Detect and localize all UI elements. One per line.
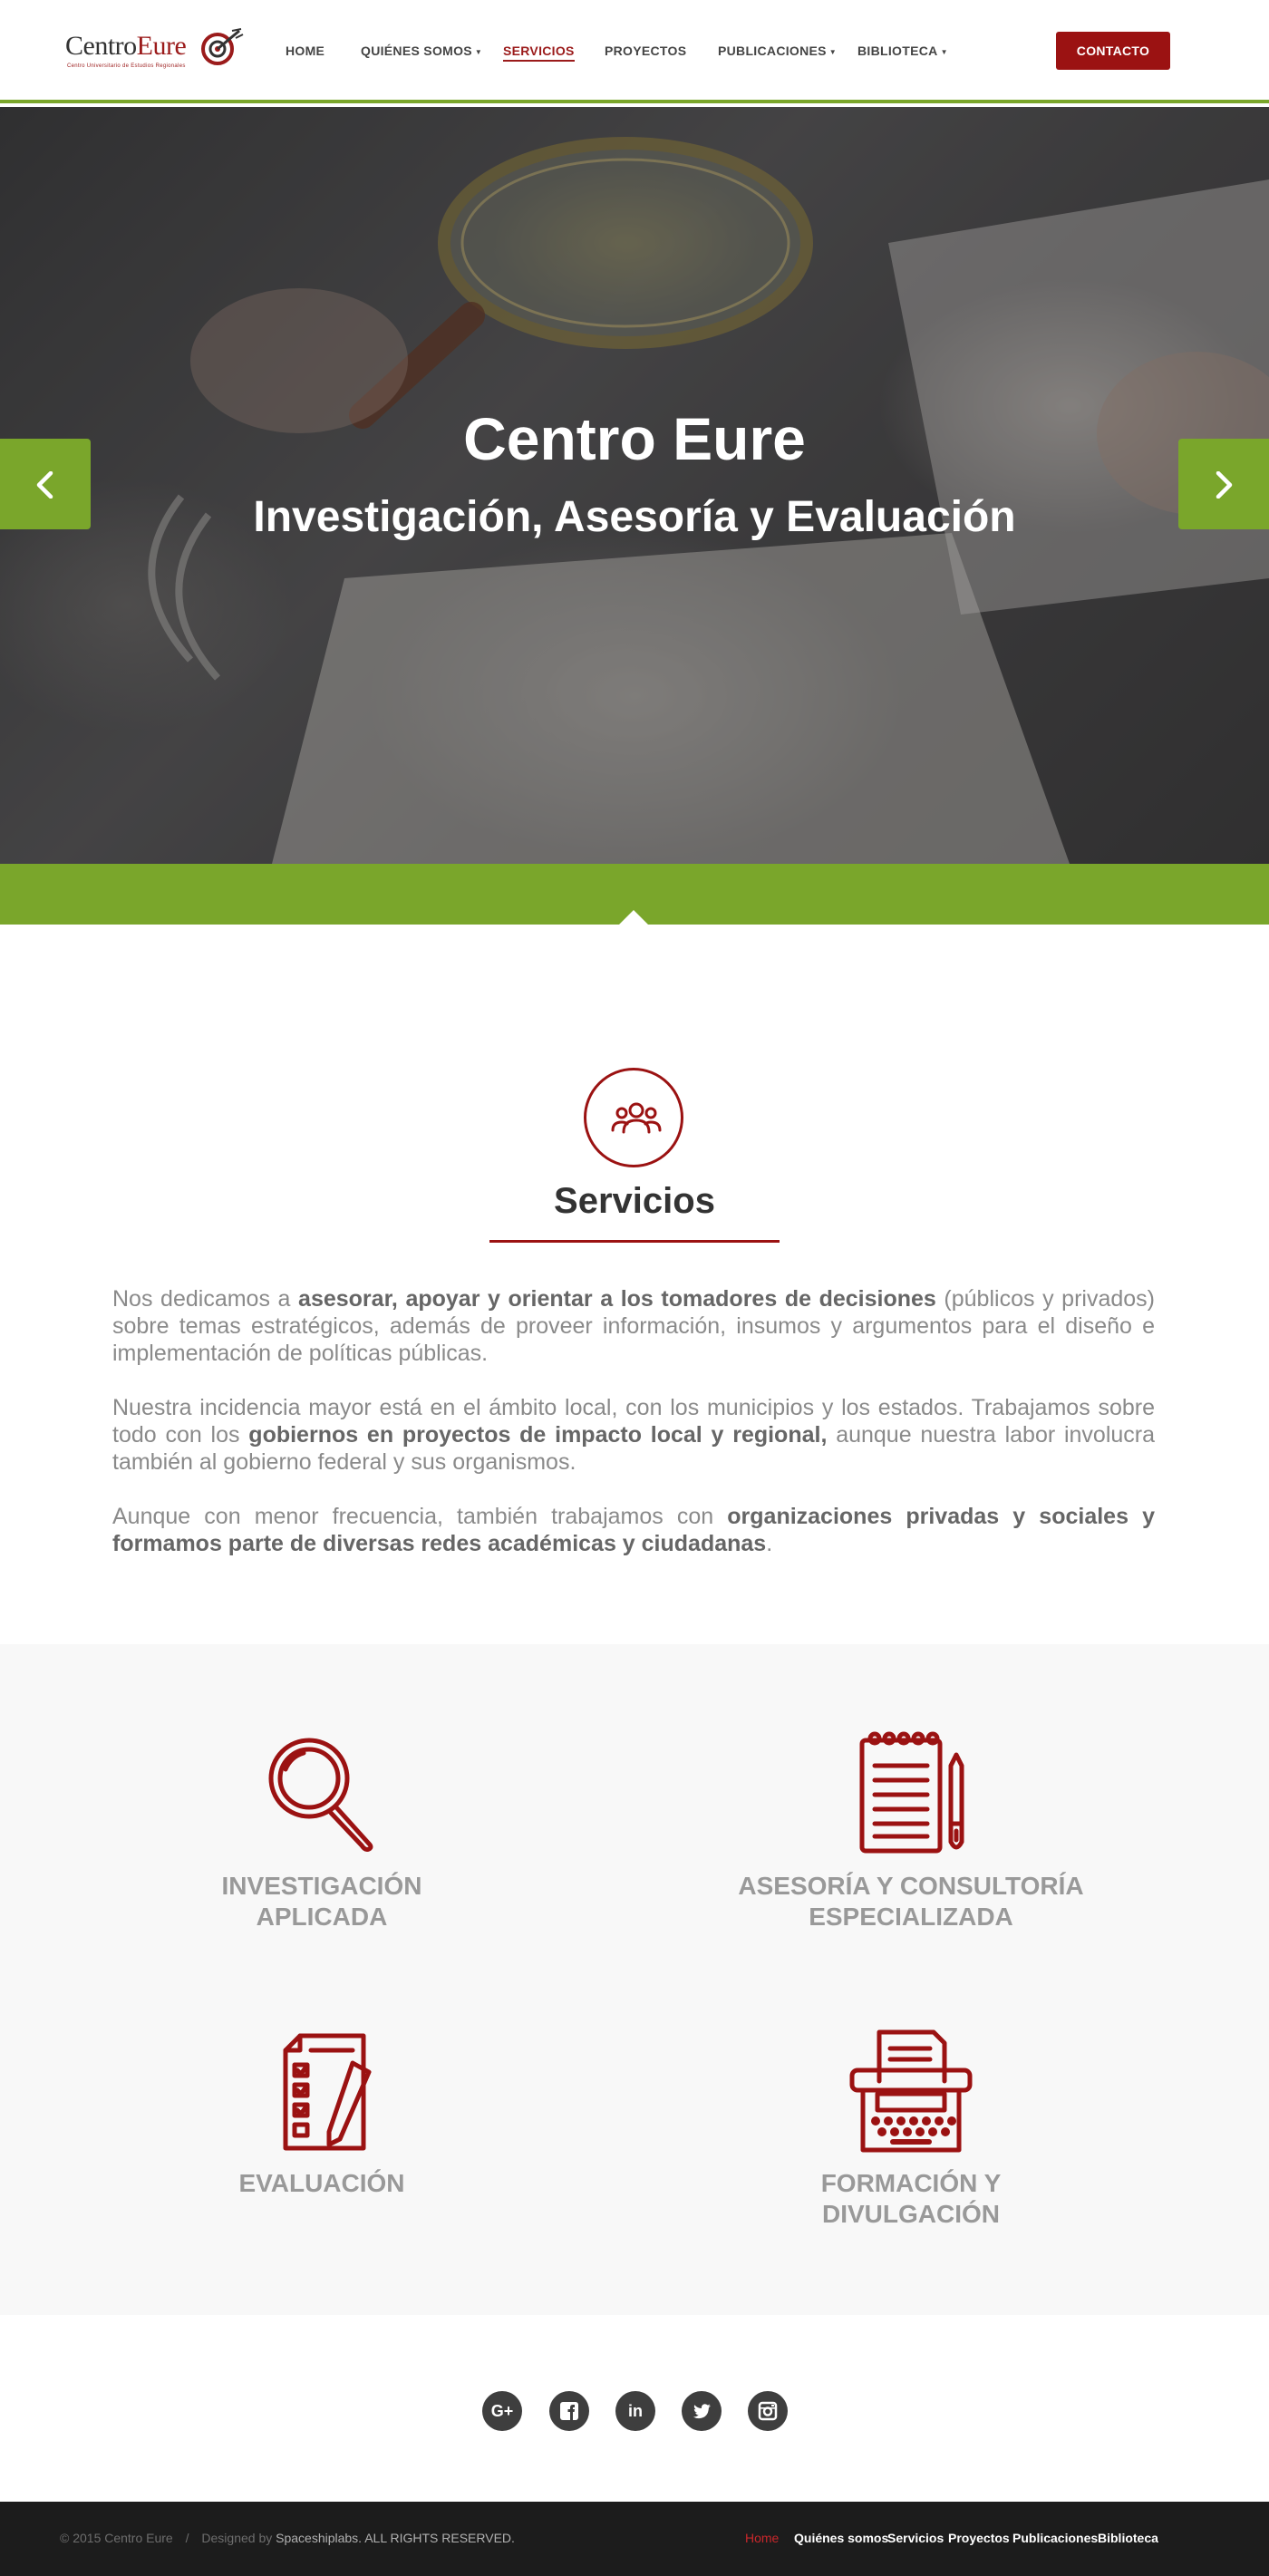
magnifier-icon (268, 1738, 373, 1852)
site-footer: © 2015 Centro Eure / Designed by Spacesh… (0, 2502, 1269, 2576)
services-heading: Servicios (554, 1181, 715, 1221)
caret-down-icon: ▼ (828, 47, 838, 56)
twitter-icon[interactable] (682, 2391, 722, 2431)
divider-notch (618, 910, 649, 925)
google-plus-icon[interactable]: G+ (482, 2391, 522, 2431)
hero-overlay (0, 107, 1269, 864)
footer-nav-home[interactable]: Home (745, 2531, 779, 2545)
nav-proyectos[interactable]: PROYECTOS (605, 44, 686, 58)
logo-subtitle: Centro Universitario de Estudios Regiona… (67, 63, 186, 69)
designer-link[interactable]: Spaceshiplabs. (276, 2531, 362, 2545)
footer-copyright: © 2015 Centro Eure / Designed by Spacesh… (60, 2531, 515, 2545)
instagram-camera-icon (758, 2401, 778, 2421)
caret-down-icon: ▼ (940, 47, 948, 56)
typewriter-icon (849, 2029, 973, 2153)
footer-nav-servicios[interactable]: Servicios (887, 2531, 944, 2545)
slider-prev-button[interactable] (0, 439, 91, 529)
contact-button[interactable]: CONTACTO (1056, 32, 1170, 70)
instagram-icon[interactable] (748, 2391, 788, 2431)
footer-nav-biblioteca[interactable]: Biblioteca (1098, 2531, 1158, 2545)
hero-slider: Centro Eure Investigación, Asesoría y Ev… (0, 107, 1269, 864)
nav-biblioteca[interactable]: BIBLIOTECA ▼ (857, 44, 948, 58)
site-header: CentroEure Centro Universitario de Estud… (0, 0, 1269, 103)
footer-nav-quienes-somos[interactable]: Quiénes somos (794, 2531, 888, 2545)
service-card-investigacion[interactable]: INVESTIGACIÓN APLICADA (86, 1729, 557, 1932)
nav-publicaciones[interactable]: PUBLICACIONES ▼ (718, 44, 837, 58)
chevron-left-icon (36, 471, 53, 499)
facebook-icon[interactable] (549, 2391, 589, 2431)
linkedin-icon[interactable]: in (615, 2391, 655, 2431)
nav-quienes-somos[interactable]: QUIÉNES SOMOS ▼ (361, 44, 482, 58)
checklist-pencil-icon (283, 2033, 372, 2151)
service-label: INVESTIGACIÓN APLICADA (221, 1872, 422, 1931)
service-card-asesoria[interactable]: ASESORÍA Y CONSULTORÍA ESPECIALIZADA (675, 1729, 1147, 1932)
logo-text: CentroEure (65, 31, 187, 61)
footer-nav-proyectos[interactable]: Proyectos (948, 2531, 1010, 2545)
service-label: ASESORÍA Y CONSULTORÍA ESPECIALIZADA (738, 1872, 1084, 1931)
services-paragraph-2: Nuestra incidencia mayor está en el ámbi… (112, 1395, 1156, 1475)
hero-title: Centro Eure (463, 405, 806, 472)
caret-down-icon: ▼ (474, 47, 483, 56)
twitter-bird-icon (693, 2404, 711, 2419)
heading-underline (489, 1240, 780, 1243)
facebook-icon-glyph (560, 2402, 578, 2420)
nav-home[interactable]: HOME (286, 44, 325, 58)
services-paragraph-1: Nos dedicamos a asesorar, apoyar y orien… (112, 1286, 1155, 1366)
chevron-right-icon (1216, 471, 1233, 499)
services-icon-badge (584, 1068, 683, 1167)
service-label: FORMACIÓN Y DIVULGACIÓN (820, 2169, 1002, 2228)
services-paragraph-3: Aunque con menor frecuencia, también tra… (112, 1504, 1155, 1556)
notepad-pen-icon (859, 1731, 964, 1854)
site-logo[interactable]: CentroEure Centro Universitario de Estud… (65, 27, 247, 73)
service-card-evaluacion[interactable]: EVALUACIÓN (86, 2027, 557, 2199)
slider-next-button[interactable] (1178, 439, 1269, 529)
logo-target-icon (201, 28, 244, 65)
social-links: G+ in (0, 2391, 1269, 2433)
nav-servicios[interactable]: SERVICIOS (503, 44, 575, 62)
footer-nav-publicaciones[interactable]: Publicaciones (1012, 2531, 1098, 2545)
service-label: EVALUACIÓN (238, 2169, 405, 2197)
service-card-formacion[interactable]: FORMACIÓN Y DIVULGACIÓN (675, 2027, 1147, 2230)
hero-subtitle: Investigación, Asesoría y Evaluación (253, 493, 1016, 541)
people-group-icon (611, 1102, 662, 1134)
